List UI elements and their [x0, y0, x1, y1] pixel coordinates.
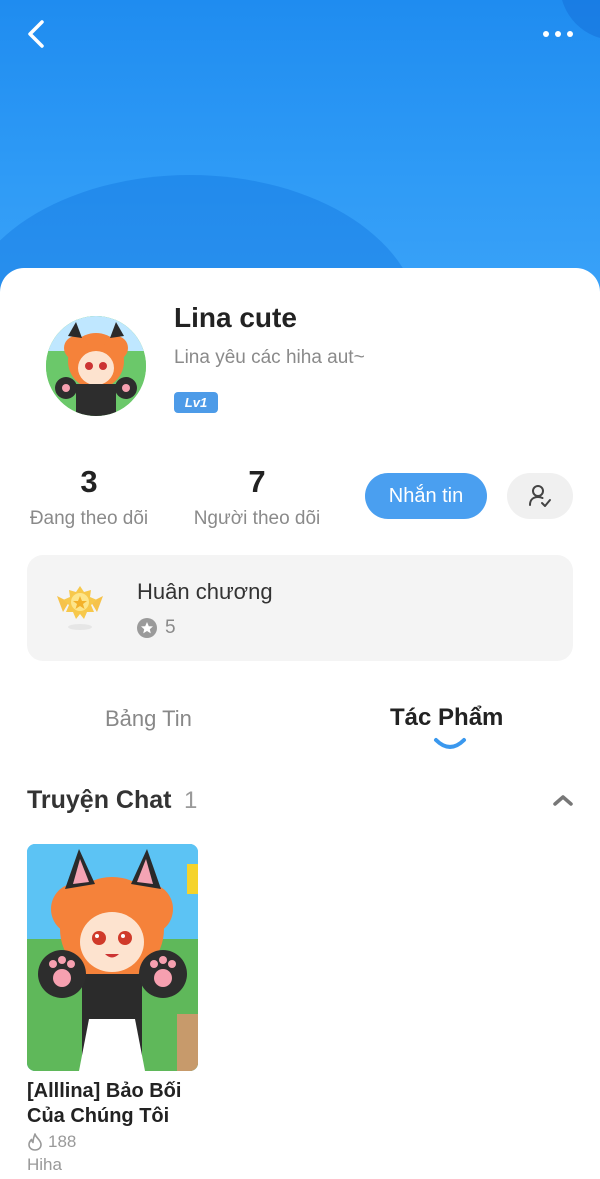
chevron-left-icon [28, 20, 44, 48]
star-badge-icon [137, 618, 157, 638]
more-dot [567, 31, 573, 37]
more-options-button[interactable] [538, 22, 578, 46]
medal-count-row: 5 [137, 617, 176, 639]
avatar-image [46, 316, 146, 416]
story-author: Hiha [27, 1155, 62, 1174]
followers-label: Người theo dõi [193, 508, 321, 529]
following-count: 3 [80, 464, 98, 499]
medal-count: 5 [165, 617, 176, 638]
story-card[interactable]: [Alllina] Bảo Bối Của Chúng Tôi 188 Hiha [27, 844, 198, 1175]
profile-card: Lina cute Lina yêu các hiha aut~ Lv1 3 Đ… [0, 268, 600, 1179]
story-cover-image [27, 844, 198, 1071]
follow-button[interactable] [507, 473, 573, 519]
followers-stat[interactable]: 7 Người theo dõi [190, 464, 324, 530]
tab-active-indicator [434, 738, 466, 749]
medal-icon [57, 586, 103, 630]
medal-title: Huân chương [137, 579, 273, 604]
profile-bio: Lina yêu các hiha aut~ [174, 347, 365, 368]
story-meta: 188 [27, 1132, 198, 1152]
story-cover[interactable] [27, 844, 198, 1071]
back-button[interactable] [18, 16, 54, 52]
chevron-up-icon [553, 795, 573, 806]
story-views: 188 [48, 1132, 77, 1151]
tab-works[interactable]: Tác Phẩm [390, 704, 503, 732]
section-count: 1 [184, 787, 198, 814]
section-title: Truyện Chat [27, 786, 172, 814]
following-label: Đang theo dõi [29, 508, 149, 529]
tab-feed[interactable]: Bảng Tin [105, 706, 192, 732]
collapse-button[interactable] [550, 790, 576, 810]
story-title: [Alllina] Bảo Bối Của Chúng Tôi [27, 1080, 182, 1127]
more-dot [555, 31, 561, 37]
following-stat[interactable]: 3 Đang theo dõi [26, 464, 152, 530]
flame-icon [28, 1133, 42, 1151]
avatar[interactable] [46, 316, 146, 416]
user-check-icon [529, 485, 551, 507]
level-badge: Lv1 [174, 392, 218, 413]
more-dots-icon [543, 31, 549, 37]
profile-name: Lina cute [174, 302, 297, 333]
medal-card[interactable]: Huân chương 5 [27, 555, 573, 661]
message-button[interactable]: Nhắn tin [365, 473, 487, 519]
profile-header-background [0, 0, 600, 300]
followers-count: 7 [248, 464, 266, 499]
